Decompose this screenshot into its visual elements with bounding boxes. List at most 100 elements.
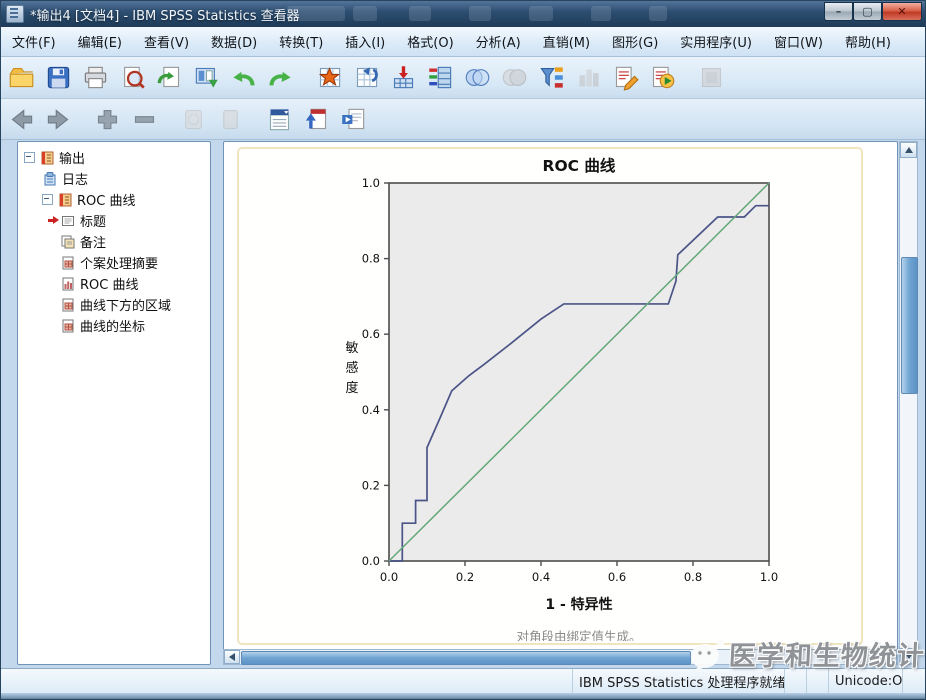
left-arrow-icon: [229, 653, 235, 661]
tree-item-label: 标题: [80, 211, 106, 230]
tree-item-日志[interactable]: 日志: [18, 168, 210, 189]
menu-item-12[interactable]: 帮助(H): [834, 28, 902, 55]
tree-item-ROC 曲线[interactable]: ROC 曲线: [18, 189, 210, 210]
tree-item-输出[interactable]: 输出: [18, 147, 210, 168]
output-book-icon: [39, 150, 55, 166]
y-tick-label: 0.8: [362, 252, 380, 266]
menu-item-1[interactable]: 编辑(E): [67, 28, 133, 55]
tree-item-label: ROC 曲线: [77, 190, 135, 209]
x-tick-label: 0.2: [456, 570, 474, 584]
menu-item-9[interactable]: 图形(G): [601, 28, 669, 55]
tree-item-个案处理摘要[interactable]: 个案处理摘要: [18, 252, 210, 273]
redo-icon[interactable]: [263, 62, 297, 94]
collapse-expander-icon[interactable]: [24, 152, 35, 163]
undo-icon[interactable]: [226, 62, 260, 94]
outline-toolbar: [1, 99, 925, 140]
tree-item-label: 备注: [80, 232, 106, 251]
status-cell-empty: [1, 669, 573, 694]
outline-tree-pane: 输出日志ROC 曲线标题备注个案处理摘要ROC 曲线曲线下方的区域曲线的坐标: [17, 141, 211, 665]
designate-window-icon[interactable]: [189, 62, 223, 94]
x-axis-label: 1 - 特异性: [545, 596, 612, 613]
menu-item-11[interactable]: 窗口(W): [763, 28, 834, 55]
menu-bar: 文件(F)编辑(E)查看(V)数据(D)转换(T)插入(I)格式(O)分析(A)…: [1, 27, 925, 57]
toolbar-separator: [679, 77, 691, 78]
save-icon[interactable]: [41, 62, 75, 94]
chart-footnote: 对角段由绑定值生成。: [516, 629, 641, 641]
notes-icon: [60, 234, 76, 250]
vertical-scrollbar[interactable]: [899, 141, 918, 665]
use-variable-sets-icon[interactable]: [534, 62, 568, 94]
insert-variable-icon[interactable]: [386, 62, 420, 94]
tree-item-label: 日志: [62, 169, 88, 188]
scroll-left-button[interactable]: [224, 650, 240, 664]
expand-output-icon: [176, 103, 210, 135]
tree-item-label: 曲线的坐标: [80, 316, 145, 335]
window-bottom-frame: [1, 693, 925, 700]
value-labels-icon[interactable]: [423, 62, 457, 94]
show-output-icon[interactable]: [90, 103, 124, 135]
y-axis-label-char: 感: [345, 360, 358, 376]
title-page-icon: [60, 213, 76, 229]
tree-item-标题[interactable]: 标题: [18, 210, 210, 231]
tree-item-label: 曲线下方的区域: [80, 295, 171, 314]
y-tick-label: 0.6: [362, 327, 380, 341]
x-tick-label: 0.6: [608, 570, 626, 584]
maximize-button[interactable]: ▢: [853, 2, 882, 21]
goto-case-icon[interactable]: [312, 62, 346, 94]
weight-cases-icon: [571, 62, 605, 94]
menu-item-5[interactable]: 插入(I): [334, 28, 396, 55]
demote-icon[interactable]: [336, 103, 370, 135]
y-tick-label: 0.2: [362, 478, 380, 492]
collapse-expander-icon[interactable]: [42, 194, 53, 205]
x-tick-label: 0.0: [380, 570, 398, 584]
outline-size-icon[interactable]: [262, 103, 296, 135]
menu-item-10[interactable]: 实用程序(U): [669, 28, 763, 55]
titlebar-blur-decoration: [353, 6, 377, 21]
menu-item-6[interactable]: 格式(O): [396, 28, 464, 55]
y-tick-label: 0.0: [362, 554, 380, 568]
print-preview-icon[interactable]: [115, 62, 149, 94]
select-cases-icon[interactable]: [460, 62, 494, 94]
go-forward-icon[interactable]: [41, 103, 75, 135]
x-tick-label: 0.4: [532, 570, 550, 584]
menu-item-2[interactable]: 查看(V): [133, 28, 200, 55]
titlebar-blur-decoration: [529, 6, 553, 21]
goto-variable-icon[interactable]: [349, 62, 383, 94]
horizontal-scroll-thumb[interactable]: [241, 651, 691, 665]
go-back-icon[interactable]: [4, 103, 38, 135]
chart-icon: [60, 276, 76, 292]
recall-dialog-icon[interactable]: [152, 62, 186, 94]
watermark-text: 医学和生物统计: [728, 634, 926, 673]
roc-chart-object[interactable]: ROC 曲线0.00.20.40.60.81.00.00.20.40.60.81…: [237, 147, 863, 645]
vertical-scroll-thumb[interactable]: [901, 257, 918, 394]
titlebar-blur-decoration: [409, 6, 431, 21]
titlebar-blur-decoration: [591, 6, 611, 21]
app-icon: [6, 5, 24, 23]
open-icon[interactable]: [4, 62, 38, 94]
print-icon[interactable]: [78, 62, 112, 94]
spss-viewer-window: *输出4 [文档4] - IBM SPSS Statistics 查看器 – ▢…: [0, 0, 926, 700]
tree-item-label: 个案处理摘要: [80, 253, 158, 272]
x-tick-label: 0.8: [684, 570, 702, 584]
tree-item-ROC 曲线[interactable]: ROC 曲线: [18, 273, 210, 294]
hide-output-icon[interactable]: [127, 103, 161, 135]
tree-item-备注[interactable]: 备注: [18, 231, 210, 252]
split-file-icon: [497, 62, 531, 94]
menu-item-7[interactable]: 分析(A): [465, 28, 532, 55]
menu-item-3[interactable]: 数据(D): [200, 28, 268, 55]
menu-item-0[interactable]: 文件(F): [1, 28, 67, 55]
minimize-button[interactable]: –: [824, 2, 853, 21]
menu-item-8[interactable]: 直销(M): [532, 28, 601, 55]
tree-item-曲线下方的区域[interactable]: 曲线下方的区域: [18, 294, 210, 315]
menu-item-4[interactable]: 转换(T): [268, 28, 334, 55]
scroll-up-button[interactable]: [900, 142, 917, 158]
style-icon: [694, 62, 728, 94]
toolbar-separator: [247, 119, 259, 120]
edit-output-icon[interactable]: [608, 62, 642, 94]
tree-item-曲线的坐标[interactable]: 曲线的坐标: [18, 315, 210, 336]
close-button[interactable]: ✕: [882, 2, 922, 21]
x-tick-label: 1.0: [760, 570, 778, 584]
titlebar-blur-decoration: [469, 6, 491, 21]
promote-icon[interactable]: [299, 103, 333, 135]
run-script-icon[interactable]: [645, 62, 679, 94]
